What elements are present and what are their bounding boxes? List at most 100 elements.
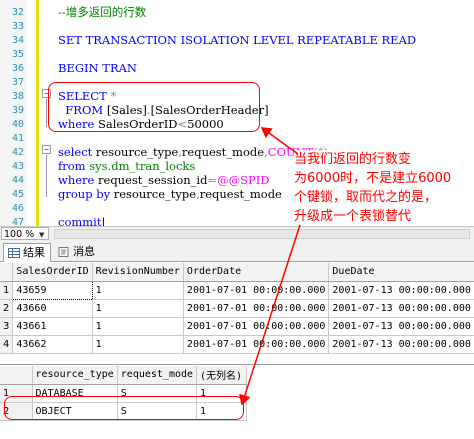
horizontal-scrollbar[interactable] [54,229,470,239]
code-line[interactable]: commit| [58,215,105,226]
table-row[interactable]: 3 43661 1 2001-07-01 00:00:00.000 2001-07-13… [0,317,474,336]
table-cell[interactable]: 2001-07-13 00:00:00.000 [328,299,474,318]
annotation-line: 个键锁，取而代之的是， [294,190,438,205]
tab-results[interactable]: 结果 [3,243,51,262]
column-header[interactable]: OrderDate [183,263,330,282]
change-indicator-bar [36,0,39,226]
line-number: 36 [11,63,24,74]
table-row[interactable]: 4 43662 1 2001-07-01 00:00:00.000 2001-07-13… [0,335,474,354]
results-tab-bar: 结果 消息 [0,240,474,262]
tab-results-label: 结果 [23,246,45,259]
column-header[interactable]: (无列名) [196,366,248,385]
code-token: --增多返回的行数 [58,5,147,19]
table-row[interactable]: 1 43659 1 2001-07-01 00:00:00.000 2001-07-13… [0,280,474,300]
code-line[interactable]: group by resource_type,request_mode [58,187,282,201]
zoom-value: 100 % [4,229,35,240]
code-line[interactable]: SET TRANSACTION ISOLATION LEVEL REPEATAB… [58,33,416,47]
fold-guide [46,155,47,197]
table-cell[interactable]: 43659 [12,280,93,300]
table-header-row: SalesOrderID RevisionNumber OrderDate DueDa… [0,263,474,282]
line-number: 32 [11,7,24,18]
line-number: 42 [11,147,24,158]
table-row[interactable]: 2 43660 1 2001-07-01 00:00:00.000 2001-07-13… [0,299,474,318]
table-cell[interactable]: 1 [92,299,184,318]
line-number: 33 [11,21,24,32]
table-cell[interactable]: 2001-07-01 00:00:00.000 [183,281,330,300]
column-header[interactable]: SalesOrderID [12,263,93,282]
table-cell[interactable]: 2001-07-13 00:00:00.000 [328,317,474,336]
code-line[interactable]: --增多返回的行数 [58,5,146,19]
line-number: 34 [11,35,24,46]
row-number[interactable]: 2 [0,299,14,318]
code-token: BEGIN TRAN [58,61,137,75]
table-cell[interactable]: 43660 [12,299,93,318]
line-number: 38 [11,91,24,102]
line-number: 35 [11,49,24,60]
table-cell[interactable]: 1 [92,335,184,354]
code-token: = [207,173,218,187]
row-header-corner[interactable] [0,366,33,385]
code-token: request_session_id [98,173,208,187]
column-header[interactable]: resource_type [32,366,118,385]
row-number[interactable]: 3 [0,317,14,336]
row-number[interactable]: 1 [0,281,14,300]
code-token: request_mode [181,145,265,159]
table-cell[interactable]: 43662 [12,335,93,354]
results-grid-orders[interactable]: SalesOrderID RevisionNumber OrderDate DueDa… [0,263,474,365]
column-header[interactable]: request_mode [117,366,198,385]
editor-status-bar: 100 % ▼ [0,226,474,240]
grid-icon [8,248,20,258]
row-number[interactable]: 4 [0,335,14,354]
line-number: 47 [11,217,24,226]
code-token: commit [58,215,102,226]
line-number: 40 [11,119,24,130]
code-token: select [58,145,96,159]
row-header-corner[interactable] [0,263,14,282]
table-cell[interactable]: 1 [92,281,184,300]
table-cell[interactable]: 1 [92,317,184,336]
code-token: | [101,215,106,226]
object-row-highlight [4,396,244,420]
table-cell[interactable]: 2001-07-13 00:00:00.000 [328,281,474,300]
annotation-line: 当我们返回的行数变 [294,152,412,167]
line-number: 46 [11,203,24,214]
code-token: group by [58,187,114,201]
line-number: 39 [11,105,24,116]
tab-messages[interactable]: 消息 [54,243,104,262]
line-number-gutter: 32 33 34 35 36 37 38 39 40 41 42 43 44 45 46 47 [0,0,27,226]
message-icon [58,247,69,257]
code-line[interactable]: select resource_type,request_mode,COUNT(… [58,145,328,159]
line-number: 44 [11,175,24,186]
table-cell[interactable]: 2001-07-13 00:00:00.000 [328,335,474,354]
table-cell[interactable]: 2001-07-01 00:00:00.000 [183,335,330,354]
code-token: sys.dm_tran_locks [89,159,196,173]
code-line[interactable]: from sys.dm_tran_locks [58,159,195,173]
column-header[interactable]: RevisionNumber [92,263,184,282]
fold-guide [46,99,47,127]
annotation-note: 当我们返回的行数变 为6000时，不是建立6000 个键锁，取而代之的是， 升级… [294,150,469,226]
code-token: resource_type [113,187,197,201]
code-line[interactable]: BEGIN TRAN [58,61,137,75]
code-line[interactable]: where request_session_id=@@SPID [58,173,270,187]
line-number: 41 [11,133,24,144]
column-header[interactable]: DueDate [328,263,474,282]
code-token: @@SPID [217,173,270,187]
collapse-icon[interactable]: − [42,145,51,154]
table-cell[interactable]: 43661 [12,317,93,336]
table-cell[interactable]: 2001-07-01 00:00:00.000 [183,317,330,336]
annotation-line: 为6000时，不是建立6000 [294,171,452,186]
table-cell[interactable]: 2001-07-01 00:00:00.000 [183,299,330,318]
line-number: 43 [11,161,24,172]
tab-messages-label: 消息 [73,245,95,258]
zoom-select[interactable]: 100 % ▼ [1,227,49,240]
annotation-line: 升级成一个表锁替代 [294,209,412,224]
code-token: from [58,159,90,173]
code-token: resource_type [95,145,179,159]
line-number: 45 [11,189,24,200]
code-token: where [58,173,99,187]
table-header-row: resource_type request_mode (无列名) [0,366,248,385]
code-token: SET TRANSACTION ISOLATION LEVEL REPEATAB… [58,33,417,47]
orders-table: SalesOrderID RevisionNumber OrderDate DueDa… [0,263,474,354]
code-token: request_mode [199,187,282,201]
line-number: 37 [11,77,24,88]
